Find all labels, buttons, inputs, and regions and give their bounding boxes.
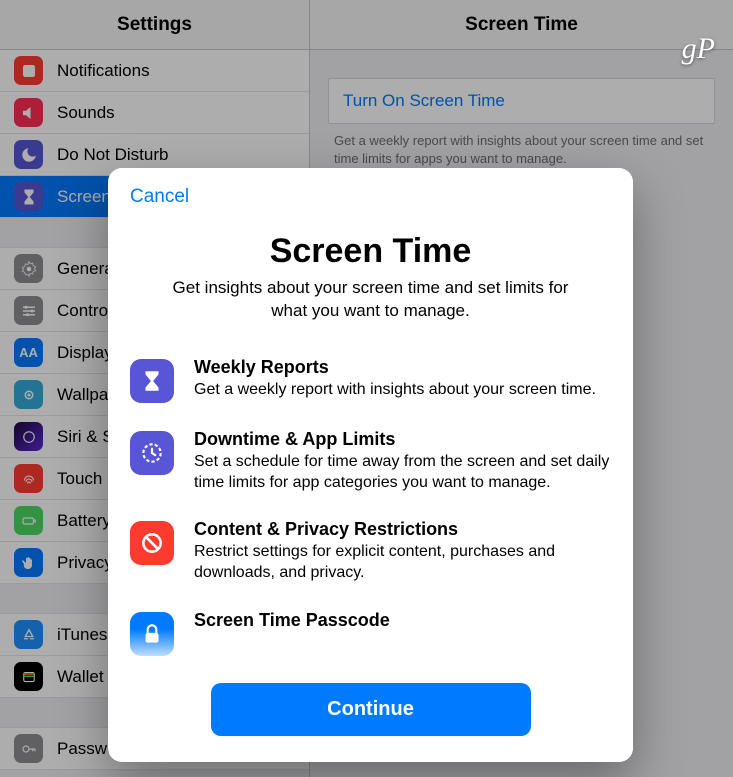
cancel-button[interactable]: Cancel bbox=[130, 186, 189, 208]
feature-desc: Get a weekly report with insights about … bbox=[194, 380, 596, 401]
feature-title: Weekly Reports bbox=[194, 357, 596, 378]
scroll-fade bbox=[108, 629, 633, 665]
watermark: gP bbox=[682, 32, 715, 66]
feature-restrictions: Content & Privacy Restrictions Restrict … bbox=[130, 519, 611, 584]
feature-title: Downtime & App Limits bbox=[194, 429, 611, 450]
screen-time-intro-modal: Cancel Screen Time Get insights about yo… bbox=[108, 168, 633, 762]
modal-subtitle: Get insights about your screen time and … bbox=[130, 271, 611, 323]
feature-title: Screen Time Passcode bbox=[194, 610, 390, 631]
feature-desc: Restrict settings for explicit content, … bbox=[194, 542, 611, 584]
feature-desc: Set a schedule for time away from the sc… bbox=[194, 452, 611, 494]
modal-title: Screen Time bbox=[130, 232, 611, 271]
clock-limits-icon bbox=[130, 431, 174, 475]
continue-button[interactable]: Continue bbox=[211, 683, 531, 736]
feature-list: Weekly Reports Get a weekly report with … bbox=[108, 357, 633, 665]
no-entry-icon bbox=[130, 521, 174, 565]
feature-weekly-reports: Weekly Reports Get a weekly report with … bbox=[130, 357, 611, 403]
feature-title: Content & Privacy Restrictions bbox=[194, 519, 611, 540]
hourglass-icon bbox=[130, 359, 174, 403]
feature-downtime: Downtime & App Limits Set a schedule for… bbox=[130, 429, 611, 494]
